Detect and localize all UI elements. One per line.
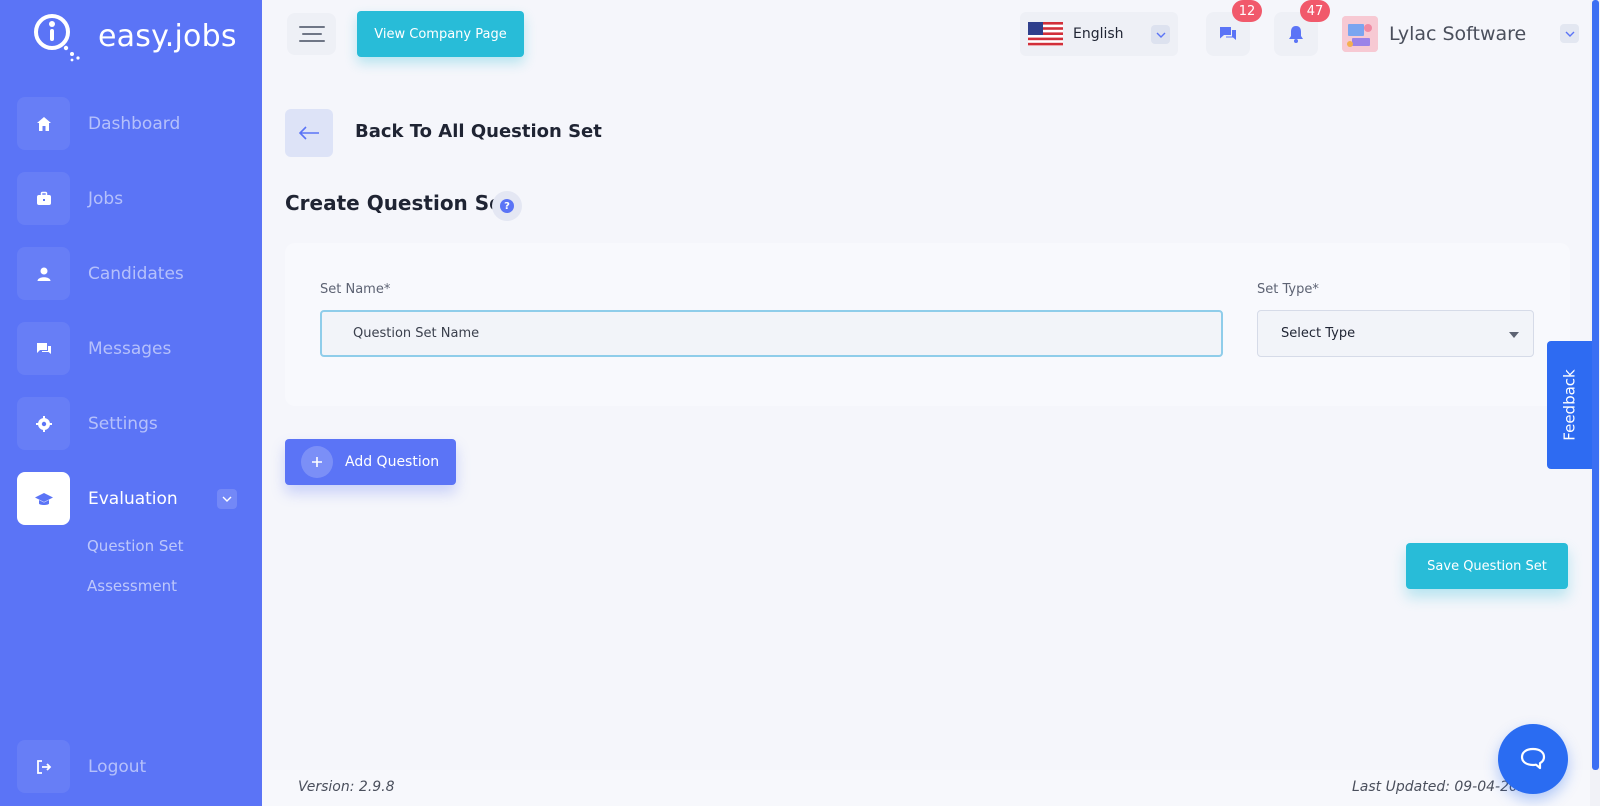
logout-icon xyxy=(17,740,70,793)
sidebar-item-label: Evaluation xyxy=(88,488,178,509)
feedback-tab[interactable]: Feedback xyxy=(1547,341,1592,469)
sidebar-item-label: Messages xyxy=(88,338,172,359)
brand-name: easy.jobs xyxy=(98,18,237,54)
add-question-label: Add Question xyxy=(345,454,440,470)
version-text: Version: 2.9.8 xyxy=(298,779,395,795)
set-name-label: Set Name* xyxy=(320,282,391,297)
sidebar: easy.jobs Dashboard Jobs Candidates Mess… xyxy=(0,0,262,806)
sidebar-item-label: Dashboard xyxy=(88,113,181,134)
chat-icon xyxy=(1220,27,1236,40)
bell-icon xyxy=(1289,26,1303,43)
notifications-badge: 47 xyxy=(1300,0,1330,22)
menu-line xyxy=(301,33,322,35)
view-company-page-button[interactable]: View Company Page xyxy=(357,11,524,57)
company-name: Lylac Software xyxy=(1389,23,1527,45)
menu-toggle-button[interactable] xyxy=(287,13,336,55)
chevron-down-icon[interactable] xyxy=(217,489,237,509)
sidebar-item-label: Jobs xyxy=(88,188,124,209)
us-flag-icon xyxy=(1028,22,1063,46)
chat-bubble-icon xyxy=(1520,747,1546,770)
gear-icon xyxy=(17,397,70,450)
topbar: View Company Page English 12 47 Lylac So… xyxy=(262,0,1600,78)
chat-icon xyxy=(17,322,70,375)
sidebar-item-label: Logout xyxy=(88,756,147,777)
language-selector[interactable]: English xyxy=(1020,12,1178,56)
sidebar-item-evaluation[interactable]: Evaluation xyxy=(17,472,242,525)
brand[interactable]: easy.jobs xyxy=(32,10,237,62)
sidebar-item-jobs[interactable]: Jobs xyxy=(17,172,242,225)
sidebar-item-messages[interactable]: Messages xyxy=(17,322,242,375)
home-icon xyxy=(17,97,70,150)
set-name-input[interactable]: Question Set Name xyxy=(320,310,1223,357)
chevron-down-icon xyxy=(1151,25,1170,44)
set-type-select[interactable]: Select Type xyxy=(1257,310,1534,357)
notifications-button[interactable]: 47 xyxy=(1274,0,1330,56)
menu-line xyxy=(298,26,325,28)
sidebar-item-dashboard[interactable]: Dashboard xyxy=(17,97,242,150)
sidebar-item-logout[interactable]: Logout xyxy=(17,740,242,793)
caret-down-icon xyxy=(1509,332,1519,338)
add-question-button[interactable]: Add Question xyxy=(285,439,456,485)
plus-icon xyxy=(301,446,333,478)
live-chat-button[interactable] xyxy=(1498,724,1568,794)
sidebar-subitem-question-set[interactable]: Question Set xyxy=(87,537,184,555)
company-switcher[interactable]: Lylac Software xyxy=(1342,16,1526,52)
set-type-label: Set Type* xyxy=(1257,282,1319,297)
briefcase-icon xyxy=(17,172,70,225)
menu-line xyxy=(298,40,325,42)
question-mark-icon: ? xyxy=(500,199,514,213)
sidebar-item-label: Settings xyxy=(88,413,158,434)
messages-badge: 12 xyxy=(1232,0,1262,22)
page-title: Create Question Set xyxy=(285,191,513,215)
save-question-set-button[interactable]: Save Question Set xyxy=(1406,543,1568,589)
avatar xyxy=(1342,16,1378,52)
set-type-value: Select Type xyxy=(1281,326,1356,341)
graduation-cap-icon xyxy=(17,472,70,525)
back-button[interactable] xyxy=(285,109,333,157)
help-icon[interactable]: ? xyxy=(492,191,522,221)
sidebar-item-label: Candidates xyxy=(88,263,184,284)
arrow-left-icon xyxy=(298,126,319,140)
scrollbar-thumb[interactable] xyxy=(1592,0,1599,770)
easyjobs-logo-icon xyxy=(32,10,90,62)
messages-button[interactable]: 12 xyxy=(1206,0,1262,56)
feedback-label: Feedback xyxy=(1560,369,1579,441)
back-link-label[interactable]: Back To All Question Set xyxy=(355,121,602,142)
sidebar-item-candidates[interactable]: Candidates xyxy=(17,247,242,300)
sidebar-subitem-assessment[interactable]: Assessment xyxy=(87,577,177,595)
sidebar-item-settings[interactable]: Settings xyxy=(17,397,242,450)
chevron-down-icon[interactable] xyxy=(1560,24,1579,43)
user-icon xyxy=(17,247,70,300)
language-label: English xyxy=(1073,26,1124,42)
